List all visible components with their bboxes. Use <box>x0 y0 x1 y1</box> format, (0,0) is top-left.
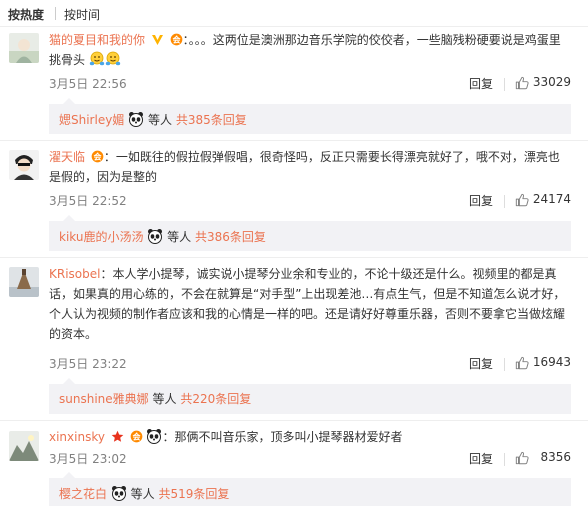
comment-meta: 3月5日 23:02 回复 8356 <box>49 450 571 470</box>
replies-summary[interactable]: 媤Shirley媚 等人 共385条回复 <box>49 98 571 134</box>
like-button[interactable]: 24174 <box>511 192 571 210</box>
avatar[interactable] <box>9 150 39 180</box>
comment-divider <box>0 140 588 141</box>
comment-divider <box>0 420 588 421</box>
total-replies-link[interactable]: 共386条回复 <box>195 230 266 244</box>
member-badge-icon <box>130 429 143 442</box>
hug-emoji-icon <box>105 51 121 67</box>
like-count: 24174 <box>532 192 571 206</box>
comment-divider <box>0 257 588 258</box>
total-replies-link[interactable]: 共385条回复 <box>176 113 247 127</box>
comment-text: 猫的夏目和我的你 ：。。。这两位是澳洲那边音乐学院的佼佼者，一些脑残粉硬要说是鸡… <box>49 32 561 67</box>
member-badge-icon <box>91 149 104 162</box>
replies-summary[interactable]: kiku鹿的小汤汤 等人 共386条回复 <box>49 215 571 251</box>
username-link[interactable]: xinxinsky <box>49 430 105 444</box>
username-link[interactable]: KRisobel <box>49 267 100 281</box>
total-replies-link[interactable]: 共519条回复 <box>159 487 230 501</box>
meta-divider <box>504 453 505 466</box>
comment-content: 一如既往的假拉假弹假唱，很奇怪吗，反正只需要长得漂亮就好了，哦不对，漂亮也是假的… <box>49 150 560 184</box>
username-link[interactable]: 猫的夏目和我的你 <box>49 33 145 47</box>
member-badge-icon <box>170 32 183 45</box>
avatar[interactable] <box>9 33 39 63</box>
thumbs-up-icon <box>515 76 529 90</box>
meta-divider <box>504 78 505 91</box>
comment-meta: 3月5日 23:22 回复 16943 <box>49 355 571 375</box>
sort-bar: 按热度 按时间 <box>0 0 588 27</box>
comment-time: 3月5日 23:02 <box>49 452 127 466</box>
replies-summary[interactable]: sunshine雅典娜 等人 共220条回复 <box>49 378 571 414</box>
comment-time: 3月5日 22:52 <box>49 194 127 208</box>
meta-divider <box>504 195 505 208</box>
replies-summary[interactable]: 樱之花白 等人 共519条回复 <box>49 472 571 506</box>
star-icon <box>111 429 124 442</box>
sort-by-hot-tab[interactable]: 按热度 <box>8 6 44 23</box>
reply-button[interactable]: 回复 <box>469 355 493 372</box>
thumbs-up-icon <box>515 356 529 370</box>
panda-emoji-icon <box>147 228 163 244</box>
comment-time: 3月5日 22:56 <box>49 77 127 91</box>
sort-divider <box>55 7 56 20</box>
comment-text: xinxinsky ：那俩不叫音乐家，顶多叫小提琴器材爱好者 <box>49 428 403 444</box>
meta-divider <box>504 358 505 371</box>
comment-text: 濯天临 ：一如既往的假拉假弹假唱，很奇怪吗，反正只需要长得漂亮就好了，哦不对，漂… <box>49 149 560 184</box>
reply-username-link[interactable]: 樱之花白 <box>59 487 107 501</box>
like-count: 33029 <box>532 75 571 89</box>
comment-meta: 3月5日 22:56 回复 33029 <box>49 75 571 95</box>
username-link[interactable]: 濯天临 <box>49 150 85 164</box>
comment-content: 那俩不叫音乐家，顶多叫小提琴器材爱好者 <box>174 430 403 444</box>
avatar[interactable] <box>9 431 39 461</box>
panda-emoji-icon <box>128 111 144 127</box>
hug-emoji-icon <box>89 51 105 67</box>
comment-text: KRisobel：本人学小提琴，诚实说小提琴分业余和专业的，不论十级还是什么。视… <box>49 267 566 341</box>
like-count: 16943 <box>532 355 571 369</box>
comment-content: 本人学小提琴，诚实说小提琴分业余和专业的，不论十级还是什么。视频里的都是真话，如… <box>49 267 566 341</box>
reply-button[interactable]: 回复 <box>469 450 493 467</box>
thumbs-up-icon <box>515 193 529 207</box>
like-button[interactable]: 16943 <box>511 355 571 373</box>
comment-time: 3月5日 23:22 <box>49 357 127 371</box>
reply-button[interactable]: 回复 <box>469 75 493 92</box>
reply-username-link[interactable]: 媤Shirley媚 <box>59 113 124 127</box>
sort-by-time-tab[interactable]: 按时间 <box>64 6 100 23</box>
vip-v-icon <box>151 32 164 45</box>
reply-username-link[interactable]: sunshine雅典娜 <box>59 392 149 406</box>
comment-meta: 3月5日 22:52 回复 24174 <box>49 192 571 212</box>
reply-username-link[interactable]: kiku鹿的小汤汤 <box>59 230 143 244</box>
panda-emoji-icon <box>146 428 162 444</box>
total-replies-link[interactable]: 共220条回复 <box>180 392 251 406</box>
like-count: 8356 <box>540 450 571 464</box>
like-button[interactable]: 8356 <box>511 450 571 468</box>
panda-emoji-icon <box>111 485 127 501</box>
avatar[interactable] <box>9 267 39 297</box>
thumbs-up-icon <box>515 451 529 465</box>
like-button[interactable]: 33029 <box>511 75 571 93</box>
reply-button[interactable]: 回复 <box>469 192 493 209</box>
